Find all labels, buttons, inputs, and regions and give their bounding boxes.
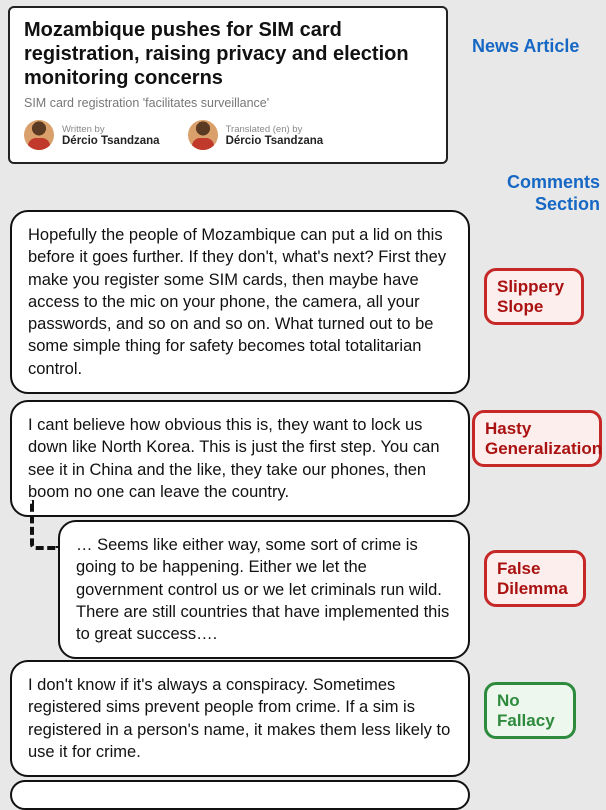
fallacy-tag-false-dilemma: False Dilemma	[484, 550, 586, 607]
comment-bubble: I don't know if it's always a conspiracy…	[10, 660, 470, 777]
byline-row: Written by Dércio Tsandzana Translated (…	[24, 120, 432, 150]
byline-translated: Translated (en) by Dércio Tsandzana	[188, 120, 324, 150]
reply-connector-icon	[30, 500, 60, 550]
comment-bubble: Hopefully the people of Mozambique can p…	[10, 210, 470, 394]
byline-meta: Translated (en) by Dércio Tsandzana	[226, 124, 324, 147]
section-label-comments: Comments Section	[490, 172, 600, 215]
avatar-icon	[188, 120, 218, 150]
section-label-news: News Article	[472, 36, 582, 58]
comment-bubble: I cant believe how obvious this is, they…	[10, 400, 470, 517]
article-title: Mozambique pushes for SIM card registrat…	[24, 18, 432, 90]
comment-bubble-partial	[10, 780, 470, 810]
byline-role: Translated (en) by	[226, 124, 324, 135]
byline-meta: Written by Dércio Tsandzana	[62, 124, 160, 147]
fallacy-tag-hasty-generalization: Hasty Generalization	[472, 410, 602, 467]
byline-role: Written by	[62, 124, 160, 135]
byline-name: Dércio Tsandzana	[62, 135, 160, 147]
avatar-icon	[24, 120, 54, 150]
byline-written: Written by Dércio Tsandzana	[24, 120, 160, 150]
fallacy-tag-slippery-slope: Slippery Slope	[484, 268, 584, 325]
byline-name: Dércio Tsandzana	[226, 135, 324, 147]
fallacy-tag-no-fallacy: No Fallacy	[484, 682, 576, 739]
comment-bubble-reply: … Seems like either way, some sort of cr…	[58, 520, 470, 659]
article-subtitle: SIM card registration 'facilitates surve…	[24, 96, 432, 110]
news-article-card: Mozambique pushes for SIM card registrat…	[8, 6, 448, 164]
